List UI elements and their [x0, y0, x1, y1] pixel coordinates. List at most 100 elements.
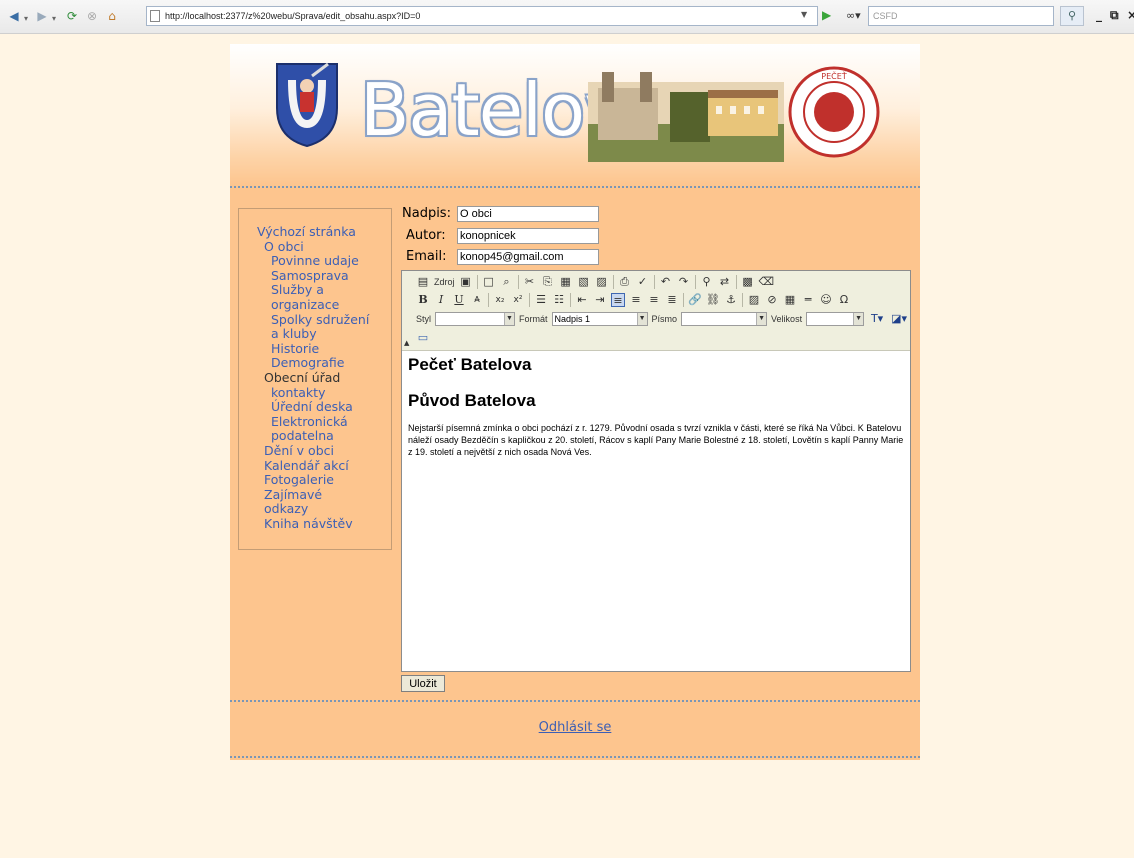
content-heading-2: Původ Batelova: [408, 391, 536, 410]
back-icon[interactable]: ◀: [6, 8, 22, 24]
strikethrough-icon[interactable]: A̶: [470, 293, 484, 307]
numbered-list-icon[interactable]: ☰: [534, 293, 548, 307]
outdent-icon[interactable]: ⇤: [575, 293, 589, 307]
sidebar-item-povinne-udaje[interactable]: Povinne udaje: [257, 254, 391, 269]
email-input[interactable]: [457, 249, 599, 265]
forward-icon[interactable]: ▶: [34, 8, 50, 24]
cut-icon[interactable]: ✂: [523, 275, 537, 289]
title-input[interactable]: [457, 206, 599, 222]
sidebar-item-kalendar-akci[interactable]: Kalendář akcí: [257, 458, 391, 474]
sidebar-item-fotogalerie[interactable]: Fotogalerie: [257, 472, 391, 488]
minimize-icon[interactable]: _: [1096, 8, 1102, 22]
remove-format-icon[interactable]: ⌫: [759, 275, 775, 289]
sidebar-item-podatelna[interactable]: podatelna: [257, 429, 391, 444]
sidebar-item-odkazy[interactable]: odkazy: [257, 502, 391, 517]
toolbar-separator: [517, 275, 519, 289]
sidebar-item-historie[interactable]: Historie: [257, 341, 391, 357]
print-icon[interactable]: ⎙: [618, 275, 632, 289]
format-select[interactable]: Nadpis 1 ▼: [551, 312, 648, 326]
save-doc-icon[interactable]: ▣: [459, 275, 473, 289]
forward-dropdown-icon[interactable]: ▾: [52, 11, 56, 27]
paste-text-icon[interactable]: ▧: [577, 275, 591, 289]
font-select[interactable]: ▼: [681, 312, 768, 326]
author-input[interactable]: [457, 228, 599, 244]
size-select[interactable]: ▼: [806, 312, 865, 326]
redo-icon[interactable]: ↷: [677, 275, 691, 289]
show-blocks-icon[interactable]: ▭: [416, 331, 430, 345]
link-icon[interactable]: 🔗: [688, 293, 702, 307]
bold-icon[interactable]: B: [416, 293, 430, 307]
page-icon: [150, 10, 160, 22]
subscript-icon[interactable]: x₂: [493, 293, 507, 307]
refresh-icon[interactable]: ⟳: [64, 8, 80, 24]
undo-icon[interactable]: ↶: [659, 275, 673, 289]
source-icon[interactable]: ▤: [416, 275, 430, 289]
copy-icon[interactable]: ⎘: [541, 275, 555, 289]
home-icon[interactable]: ⌂: [104, 8, 120, 24]
search-provider-icon[interactable]: ∞▾: [846, 9, 861, 22]
text-color-icon[interactable]: T▾: [868, 312, 886, 326]
find-icon[interactable]: ⚲: [700, 275, 714, 289]
spellcheck-icon[interactable]: ✓: [636, 275, 650, 289]
logout-link[interactable]: Odhlásit se: [539, 720, 612, 735]
replace-icon[interactable]: ⇄: [718, 275, 732, 289]
sidebar-item-obecni-urad[interactable]: Obecní úřad: [257, 370, 391, 386]
chevron-down-icon[interactable]: ▼: [853, 313, 864, 325]
smiley-icon[interactable]: ☺: [819, 293, 833, 307]
sidebar-item-samosprava[interactable]: Samosprava: [257, 268, 391, 284]
address-dropdown-icon[interactable]: ▼: [801, 10, 807, 19]
restore-icon[interactable]: ⧉: [1110, 8, 1119, 23]
preview-icon[interactable]: ⌕: [500, 275, 514, 289]
stop-icon[interactable]: ⊗: [84, 8, 100, 24]
collapse-toolbar-icon[interactable]: ▲: [404, 339, 409, 347]
image-icon[interactable]: ▨: [747, 293, 761, 307]
sidebar-item-elektronicka[interactable]: Elektronická: [257, 414, 391, 430]
chevron-down-icon[interactable]: ▼: [756, 313, 767, 325]
superscript-icon[interactable]: x²: [511, 293, 525, 307]
sidebar-item-demografie[interactable]: Demografie: [257, 356, 391, 371]
paste-icon[interactable]: ▦: [559, 275, 573, 289]
bullet-list-icon[interactable]: ☷: [552, 293, 566, 307]
save-button[interactable]: Uložit: [401, 675, 445, 692]
sidebar-item-spolky-cont[interactable]: a kluby: [257, 327, 391, 342]
background-color-icon[interactable]: ◪▾: [890, 312, 908, 326]
align-center-icon[interactable]: ≡: [629, 293, 643, 307]
sidebar-item-deni-v-obci[interactable]: Dění v obci: [257, 443, 391, 459]
italic-icon[interactable]: I: [434, 293, 448, 307]
sidebar-item-kniha-navstev[interactable]: Kniha návštěv: [257, 516, 391, 532]
search-input[interactable]: CSFD: [868, 6, 1054, 26]
unlink-icon[interactable]: ⛓: [706, 293, 720, 307]
sidebar-item-uredni-deska[interactable]: Úřední deska: [257, 400, 391, 415]
sidebar-item-zajimave[interactable]: Zajímavé: [257, 487, 391, 503]
go-icon[interactable]: ▶: [822, 8, 831, 22]
special-char-icon[interactable]: Ω: [837, 293, 851, 307]
search-icon[interactable]: ⚲: [1060, 6, 1084, 26]
content-heading-1: Pečeť Batelova: [408, 355, 532, 374]
editor-content[interactable]: Pečeť Batelova Původ Batelova Nejstarší …: [408, 355, 908, 458]
justify-icon[interactable]: ≣: [665, 293, 679, 307]
sidebar-item-vychozi-stranka[interactable]: Výchozí stránka: [257, 224, 391, 240]
address-bar[interactable]: http://localhost:2377/z%20webu/Sprava/ed…: [146, 6, 818, 26]
sidebar-item-sluzby[interactable]: Služby a: [257, 283, 391, 298]
source-button[interactable]: Zdroj: [434, 277, 455, 287]
sidebar-item-kontakty[interactable]: kontakty: [257, 385, 391, 401]
indent-icon[interactable]: ⇥: [593, 293, 607, 307]
horizontal-rule-icon[interactable]: ═: [801, 293, 815, 307]
style-select[interactable]: ▼: [435, 312, 516, 326]
flash-icon[interactable]: ⊘: [765, 293, 779, 307]
underline-icon[interactable]: U: [452, 293, 466, 307]
chevron-down-icon[interactable]: ▼: [636, 313, 647, 325]
close-icon[interactable]: ×: [1127, 8, 1134, 22]
anchor-icon[interactable]: ⚓: [724, 293, 738, 307]
sidebar-item-sluzby-cont[interactable]: organizace: [257, 297, 391, 313]
align-left-icon[interactable]: ≡: [611, 293, 625, 307]
sidebar-item-spolky[interactable]: Spolky sdružení: [257, 312, 391, 328]
back-dropdown-icon[interactable]: ▾: [24, 11, 28, 27]
sidebar-item-o-obci[interactable]: O obci: [257, 239, 391, 255]
table-icon[interactable]: ▦: [783, 293, 797, 307]
chevron-down-icon[interactable]: ▼: [504, 313, 515, 325]
select-all-icon[interactable]: ▩: [741, 275, 755, 289]
paste-word-icon[interactable]: ▨: [595, 275, 609, 289]
new-page-icon[interactable]: □: [482, 275, 496, 289]
align-right-icon[interactable]: ≡: [647, 293, 661, 307]
